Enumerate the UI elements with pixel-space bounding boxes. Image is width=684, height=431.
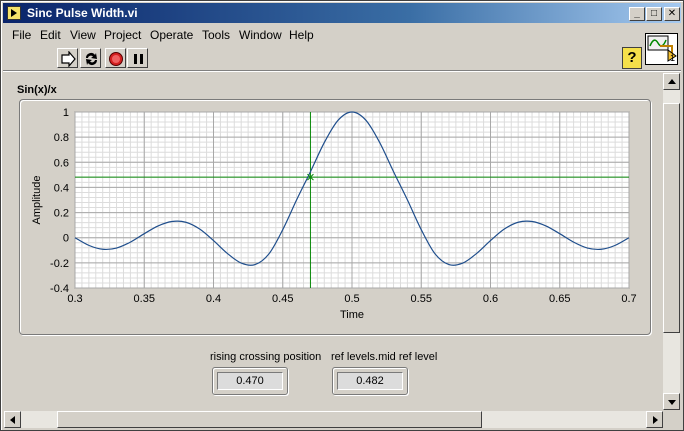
menu-help[interactable]: Help bbox=[289, 28, 314, 42]
ref-level-indicator: 0.482 bbox=[332, 367, 408, 395]
horizontal-scrollbar[interactable] bbox=[4, 411, 663, 428]
x-tick-label: 0.6 bbox=[483, 293, 498, 305]
y-tick-label: -0.2 bbox=[50, 258, 69, 270]
y-tick-label: 1 bbox=[63, 107, 69, 119]
vi-connector-icon[interactable]: 1 bbox=[645, 33, 678, 65]
run-continuously-icon bbox=[86, 53, 97, 65]
abort-stop-icon bbox=[109, 52, 123, 66]
arrow-right-icon bbox=[653, 416, 658, 424]
vi-icon-label: 1 bbox=[670, 53, 675, 63]
menu-bar: File Edit View Project Operate Tools Win… bbox=[3, 25, 681, 44]
x-tick-label: 0.7 bbox=[621, 293, 636, 305]
ref-level-value: 0.482 bbox=[337, 372, 403, 390]
vi-window: Sinc Pulse Width.vi _ □ ✕ File Edit View… bbox=[0, 0, 684, 431]
close-button[interactable]: ✕ bbox=[664, 7, 680, 21]
context-help-button[interactable]: ? bbox=[622, 47, 642, 69]
x-tick-label: 0.55 bbox=[411, 293, 432, 305]
menu-file[interactable]: File bbox=[12, 28, 31, 42]
vertical-scrollbar[interactable] bbox=[663, 73, 680, 410]
menu-tools[interactable]: Tools bbox=[202, 28, 230, 42]
horizontal-scroll-thumb[interactable] bbox=[57, 411, 482, 428]
run-continuously-button[interactable] bbox=[80, 48, 101, 68]
x-tick-label: 0.45 bbox=[272, 293, 293, 305]
y-axis-label: Amplitude bbox=[31, 176, 43, 225]
run-arrow-icon bbox=[61, 51, 76, 67]
scrollbar-corner bbox=[663, 411, 680, 428]
y-tick-label: 0.6 bbox=[54, 157, 69, 169]
x-tick-label: 0.65 bbox=[549, 293, 570, 305]
pause-button[interactable] bbox=[127, 48, 148, 68]
y-tick-label: 0.2 bbox=[54, 208, 69, 220]
title-bar[interactable]: Sinc Pulse Width.vi _ □ ✕ bbox=[3, 3, 681, 23]
pause-icon bbox=[134, 54, 143, 64]
menu-operate[interactable]: Operate bbox=[150, 28, 193, 42]
rising-crossing-value: 0.470 bbox=[217, 372, 283, 390]
x-tick-label: 0.35 bbox=[134, 293, 155, 305]
waveform-graph[interactable]: 0.3 0.35 0.4 0.45 0.5 0.55 0.6 0.65 0.7 -0.4 -0.2 0… bbox=[19, 99, 651, 335]
rising-crossing-indicator: 0.470 bbox=[212, 367, 288, 395]
run-button[interactable] bbox=[57, 48, 78, 68]
rising-crossing-label: rising crossing position bbox=[210, 351, 322, 363]
abort-button[interactable] bbox=[105, 48, 126, 68]
menu-edit[interactable]: Edit bbox=[40, 28, 61, 42]
x-tick-label: 0.4 bbox=[206, 293, 221, 305]
graph-plot-svg: 0.3 0.35 0.4 0.45 0.5 0.55 0.6 0.65 0.7 -0.4 -0.2 0… bbox=[31, 107, 637, 321]
menu-view[interactable]: View bbox=[70, 28, 96, 42]
graph-label: Sin(x)/x bbox=[17, 84, 57, 96]
x-tick-label: 0.3 bbox=[67, 293, 82, 305]
arrow-down-icon bbox=[668, 400, 676, 405]
y-tick-label: 0.8 bbox=[54, 132, 69, 144]
vertical-scroll-thumb[interactable] bbox=[663, 103, 680, 334]
scroll-down-button[interactable] bbox=[663, 393, 680, 410]
scroll-left-button[interactable] bbox=[4, 411, 21, 428]
window-title: Sinc Pulse Width.vi bbox=[27, 6, 138, 20]
ref-level-label: ref levels.mid ref level bbox=[331, 351, 438, 363]
y-tick-label: 0.4 bbox=[54, 182, 69, 194]
scroll-up-button[interactable] bbox=[663, 73, 680, 90]
menu-window[interactable]: Window bbox=[239, 28, 282, 42]
arrow-left-icon bbox=[10, 416, 15, 424]
x-axis-label: Time bbox=[340, 309, 364, 321]
menu-project[interactable]: Project bbox=[104, 28, 141, 42]
labview-vi-icon bbox=[7, 6, 21, 20]
toolbar: ? bbox=[3, 44, 681, 71]
maximize-button[interactable]: □ bbox=[646, 7, 662, 21]
y-tick-label: 0 bbox=[63, 233, 69, 245]
scroll-right-button[interactable] bbox=[646, 411, 663, 428]
arrow-up-icon bbox=[668, 79, 676, 84]
minimize-button[interactable]: _ bbox=[629, 7, 645, 21]
y-tick-label: -0.4 bbox=[50, 283, 69, 295]
x-tick-label: 0.5 bbox=[344, 293, 359, 305]
